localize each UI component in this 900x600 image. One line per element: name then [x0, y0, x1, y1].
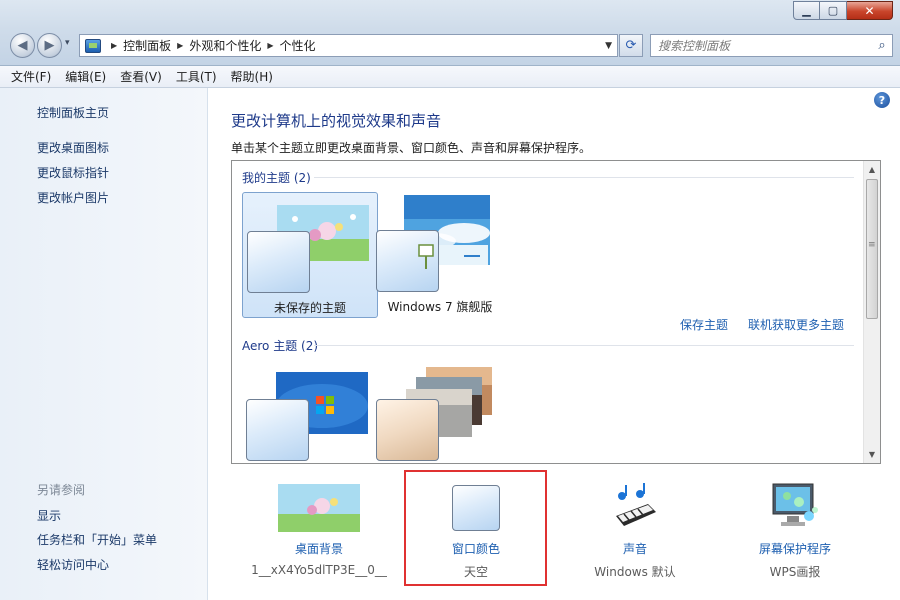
sidebar-link-home[interactable]: 控制面板主页	[37, 104, 109, 121]
group-divider	[314, 345, 854, 346]
page-title: 更改计算机上的视觉效果和声音	[231, 112, 442, 130]
scrollbar-thumb[interactable]: ≡	[866, 179, 878, 319]
window-controls: ▁ ▢ ✕	[793, 1, 893, 20]
sidebar-link-taskbar[interactable]: 任务栏和「开始」菜单	[37, 531, 157, 548]
refresh-icon: ⟳	[625, 38, 637, 53]
back-button[interactable]: ◀	[10, 33, 35, 58]
setting-value: WPS画报	[769, 565, 821, 579]
menu-view[interactable]: 查看(V)	[120, 68, 162, 85]
forward-arrow-icon: ▶	[44, 38, 55, 53]
theme-card-aero-landscapes[interactable]	[372, 361, 508, 463]
chevron-right-icon[interactable]: ▶	[111, 41, 117, 50]
chevron-right-icon[interactable]: ▶	[267, 41, 273, 50]
setting-name[interactable]: 声音	[560, 540, 710, 557]
theme-card-unsaved[interactable]: 未保存的主题	[242, 192, 378, 318]
scroll-up-arrow-icon[interactable]: ▲	[864, 161, 880, 178]
get-more-themes-link[interactable]: 联机获取更多主题	[748, 316, 844, 333]
window-glass-thumbnail	[247, 231, 310, 293]
setting-desktop-background[interactable]: 桌面背景 1__xX4Yo5dlTP3E__0__	[244, 478, 394, 584]
setting-value: Windows 默认	[594, 565, 676, 579]
breadcrumb-personalization[interactable]: 个性化	[280, 37, 316, 54]
menu-file[interactable]: 文件(F)	[11, 68, 51, 85]
close-button[interactable]: ✕	[847, 1, 893, 20]
breadcrumb-appearance[interactable]: 外观和个性化	[189, 37, 261, 54]
refresh-button[interactable]: ⟳	[619, 34, 643, 57]
main-content: ? 更改计算机上的视觉效果和声音 单击某个主题立即更改桌面背景、窗口颜色、声音和…	[208, 88, 900, 600]
theme-card-windows7-ultimate[interactable]: Windows 7 旗舰版	[372, 192, 508, 318]
search-box[interactable]: ⌕	[650, 34, 893, 57]
menu-bar: 文件(F) 编辑(E) 查看(V) 工具(T) 帮助(H)	[0, 66, 900, 88]
address-bar[interactable]: ▶ 控制面板 ▶ 外观和个性化 ▶ 个性化 ▼	[79, 34, 618, 57]
screen-saver-icon	[772, 483, 818, 526]
desktop-background-icon	[278, 484, 360, 532]
back-arrow-icon: ◀	[17, 38, 28, 53]
save-theme-link[interactable]: 保存主题	[680, 316, 728, 333]
window-glass-thumbnail	[376, 399, 439, 461]
setting-name[interactable]: 屏幕保护程序	[720, 540, 870, 557]
breadcrumb-control-panel[interactable]: 控制面板	[123, 37, 171, 54]
search-icon[interactable]: ⌕	[872, 38, 892, 53]
grip-icon: ≡	[868, 240, 876, 250]
sidebar-link-ease-of-access[interactable]: 轻松访问中心	[37, 556, 109, 573]
setting-name[interactable]: 桌面背景	[244, 540, 394, 557]
theme-list-scrollbar[interactable]: ▲ ≡ ▼	[863, 161, 880, 463]
sidebar-link-desktop-icons[interactable]: 更改桌面图标	[37, 139, 109, 156]
chevron-right-icon[interactable]: ▶	[177, 41, 183, 50]
sign-post-icon	[418, 244, 434, 269]
help-icon[interactable]: ?	[874, 92, 890, 108]
scroll-down-arrow-icon[interactable]: ▼	[864, 446, 880, 463]
menu-edit[interactable]: 编辑(E)	[65, 68, 106, 85]
menu-tools[interactable]: 工具(T)	[176, 68, 217, 85]
left-navigation-pane: 控制面板主页 更改桌面图标 更改鼠标指针 更改帐户图片 另请参阅 显示 任务栏和…	[0, 88, 208, 600]
see-also-header: 另请参阅	[37, 483, 86, 497]
maximize-button[interactable]: ▢	[820, 1, 847, 20]
window-color-highlight	[404, 470, 547, 586]
theme-label: 未保存的主题	[273, 301, 346, 315]
my-themes-group-title: 我的主题 (2)	[242, 171, 311, 185]
setting-sounds[interactable]: 声音 Windows 默认	[560, 478, 710, 584]
page-description: 单击某个主题立即更改桌面背景、窗口颜色、声音和屏幕保护程序。	[231, 141, 592, 155]
theme-label: Windows 7 旗舰版	[387, 300, 493, 314]
address-dropdown-icon[interactable]: ▼	[605, 41, 612, 51]
setting-screen-saver[interactable]: 屏幕保护程序 WPS画报	[720, 478, 870, 584]
sidebar-link-display[interactable]: 显示	[37, 507, 61, 524]
forward-button[interactable]: ▶	[37, 33, 62, 58]
setting-value: 1__xX4Yo5dlTP3E__0__	[251, 563, 387, 577]
title-address-bar: ▁ ▢ ✕ ◀ ▶ ▾ ▶ 控制面板 ▶ 外观和个性化 ▶ 个性化 ▼ ⟳ ⌕	[0, 0, 900, 66]
sidebar-link-account-picture[interactable]: 更改帐户图片	[37, 189, 109, 206]
aero-themes-group-title: Aero 主题 (2)	[242, 339, 319, 353]
window-glass-thumbnail	[246, 399, 309, 461]
menu-help[interactable]: 帮助(H)	[231, 68, 273, 85]
search-input[interactable]	[651, 35, 872, 56]
minimize-button[interactable]: ▁	[793, 1, 820, 20]
recent-pages-button[interactable]: ▾	[65, 38, 70, 48]
sounds-icon	[616, 483, 656, 526]
theme-list: 我的主题 (2) 未保存的主题 Windows 7 旗舰版 保存主题 联机获取更…	[231, 160, 881, 464]
sidebar-link-mouse-pointer[interactable]: 更改鼠标指针	[37, 164, 109, 181]
group-divider	[314, 177, 854, 178]
theme-card-aero-windows7[interactable]	[242, 361, 378, 463]
control-panel-icon	[85, 38, 101, 53]
